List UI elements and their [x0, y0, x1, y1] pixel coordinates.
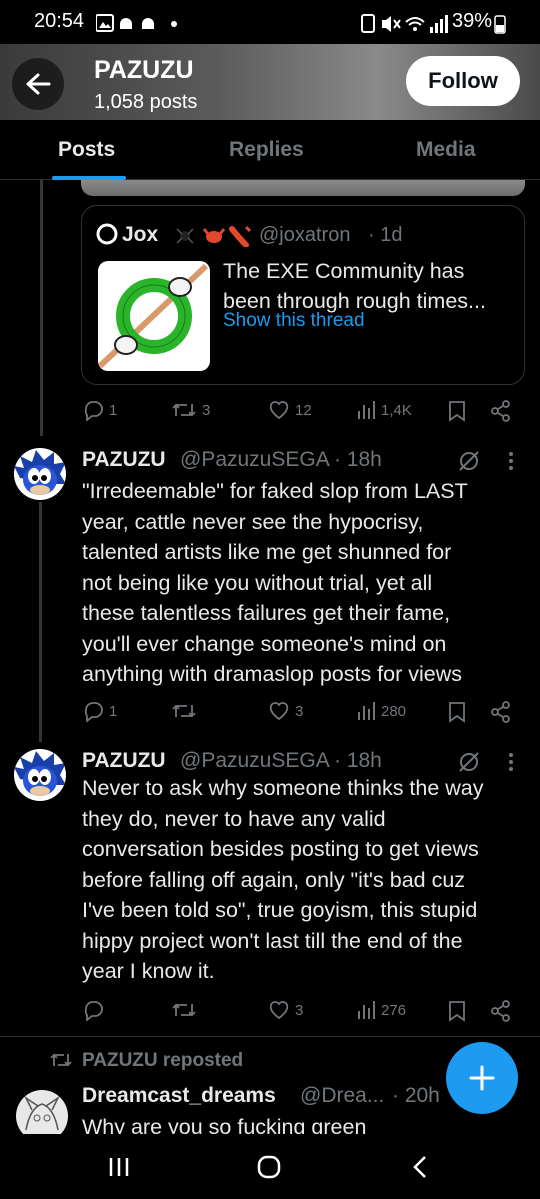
repost-button[interactable]: 3 — [171, 399, 210, 421]
tab-posts[interactable]: Posts — [58, 138, 115, 162]
status-bar: 20:54 39% — [0, 0, 540, 44]
repost-icon — [172, 1003, 196, 1017]
views-icon — [358, 1001, 375, 1019]
bookmark-icon[interactable] — [448, 701, 466, 723]
repost-label[interactable]: PAZUZU reposted — [82, 1050, 243, 1072]
emoji-icons — [176, 225, 252, 247]
repost-icon — [172, 403, 196, 417]
quoted-tweet[interactable]: Jox @joxatron · 1d The EXE Community has… — [81, 205, 525, 385]
views-button[interactable]: 280 — [356, 700, 406, 722]
post-time: · 18h — [334, 749, 382, 772]
repost-icon — [172, 704, 196, 718]
previous-post-image[interactable] — [81, 180, 525, 196]
notification-icons — [96, 14, 177, 32]
post-time: · 18h — [334, 448, 382, 471]
author-handle[interactable]: @PazuzuSEGA — [180, 448, 330, 472]
views-icon — [358, 702, 375, 720]
sonic-avatar-image — [14, 448, 66, 500]
recent-apps-icon[interactable] — [108, 1156, 130, 1178]
quote-handle: @joxatron — [259, 224, 351, 246]
share-icon[interactable] — [490, 400, 512, 422]
repost-button[interactable] — [171, 999, 202, 1021]
views-button[interactable]: 1,4K — [356, 399, 412, 421]
system-icons — [361, 14, 448, 33]
like-button[interactable]: 12 — [268, 399, 312, 421]
clock: 20:54 — [34, 10, 85, 32]
quote-action-bar: 1 3 12 1,4K — [0, 399, 540, 425]
repost-button[interactable] — [171, 700, 202, 722]
compose-button[interactable] — [446, 1042, 518, 1114]
quote-avatar — [96, 223, 118, 245]
bookmark-icon[interactable] — [448, 400, 466, 422]
heart-icon — [269, 401, 289, 420]
bookmark-icon[interactable] — [448, 1000, 466, 1022]
profile-header: PAZUZU 1,058 posts Follow — [0, 44, 540, 120]
views-button[interactable]: 276 — [356, 999, 406, 1021]
quote-text: The EXE Community has been through rough… — [223, 259, 486, 313]
back-nav-icon[interactable] — [412, 1155, 428, 1179]
author-name[interactable]: Dreamcast_dreams — [82, 1084, 276, 1108]
green-ring-image — [98, 263, 209, 369]
author-handle[interactable]: @Drea... — [300, 1084, 384, 1108]
tweet-2[interactable]: PAZUZU @PazuzuSEGA · 18h Never to ask wh… — [0, 737, 540, 1037]
plus-icon — [469, 1065, 495, 1091]
views-icon — [358, 401, 375, 419]
post-count: 1,058 posts — [94, 91, 198, 113]
share-icon[interactable] — [490, 1000, 512, 1022]
sonic-avatar-image — [14, 749, 66, 801]
author-name[interactable]: PAZUZU — [82, 448, 166, 472]
heart-icon — [269, 1001, 289, 1020]
heart-icon — [269, 702, 289, 721]
avatar[interactable] — [14, 448, 66, 500]
avatar[interactable] — [14, 749, 66, 801]
author-name[interactable]: PAZUZU — [82, 749, 166, 773]
system-nav-bar — [0, 1134, 540, 1199]
arrow-left-icon — [26, 73, 51, 95]
share-icon[interactable] — [490, 701, 512, 723]
follow-button[interactable]: Follow — [406, 56, 520, 106]
quote-thumbnail — [98, 261, 210, 371]
like-button[interactable]: 3 — [268, 700, 303, 722]
reply-icon — [84, 401, 103, 421]
tab-replies[interactable]: Replies — [229, 138, 304, 162]
battery-icon — [494, 15, 506, 34]
repost-indicator-icon — [50, 1053, 72, 1067]
grok-icon[interactable] — [456, 749, 482, 775]
post-time: · 20h — [392, 1084, 440, 1107]
back-button[interactable] — [12, 58, 64, 110]
reply-button[interactable]: 1 — [82, 700, 117, 722]
battery-level: 39% — [452, 10, 493, 32]
grok-icon[interactable] — [456, 448, 482, 474]
action-bar: 1 3 280 — [0, 700, 540, 726]
reply-icon — [84, 1001, 103, 1021]
profile-tabs: Posts Replies Media — [0, 120, 540, 180]
home-icon[interactable] — [257, 1155, 281, 1179]
author-handle[interactable]: @PazuzuSEGA — [180, 749, 330, 773]
thread-line — [40, 180, 43, 436]
reply-button[interactable] — [82, 999, 109, 1021]
quote-time: · 1d — [368, 224, 403, 246]
quote-author: Jox — [122, 223, 159, 246]
more-options-icon[interactable] — [506, 450, 516, 472]
thread-line — [39, 502, 42, 742]
tab-media[interactable]: Media — [416, 138, 476, 162]
reply-icon — [84, 702, 103, 722]
more-options-icon[interactable] — [506, 751, 516, 773]
reply-button[interactable]: 1 — [82, 399, 117, 421]
action-bar: 3 276 — [0, 999, 540, 1025]
profile-name: PAZUZU — [94, 56, 194, 84]
show-thread-link[interactable]: Show this thread — [223, 310, 365, 332]
like-button[interactable]: 3 — [268, 999, 303, 1021]
tweet-text: "Irredeemable" for faked slop from LAST … — [82, 479, 468, 686]
tweet-1[interactable]: PAZUZU @PazuzuSEGA · 18h "Irredeemable" … — [0, 436, 540, 736]
tweet-text: Never to ask why someone thinks the way … — [82, 776, 484, 983]
